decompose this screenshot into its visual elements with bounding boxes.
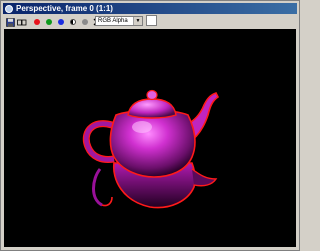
- teapot-lid: [127, 98, 177, 119]
- app-icon: [5, 4, 13, 13]
- render-viewport: [4, 29, 296, 247]
- clone-icon: [17, 19, 27, 25]
- green-channel-icon: [46, 19, 52, 25]
- alpha-icon: [82, 19, 88, 25]
- background-color-swatch[interactable]: [146, 15, 157, 26]
- channel-dropdown[interactable]: RGB Alpha ▼: [95, 16, 143, 26]
- mono-channel-button[interactable]: [68, 17, 78, 27]
- alpha-channel-button[interactable]: [80, 17, 90, 27]
- green-channel-button[interactable]: [44, 17, 54, 27]
- blue-channel-icon: [58, 19, 64, 25]
- monochrome-icon: [70, 19, 76, 25]
- red-channel-button[interactable]: [32, 17, 42, 27]
- render-toolbar: RGB Alpha ▼: [3, 15, 297, 29]
- teapot-render: [82, 89, 220, 209]
- blue-channel-button[interactable]: [56, 17, 66, 27]
- render-frame-window: Perspective, frame 0 (1:1) RGB Alpha ▼: [0, 0, 300, 251]
- title-bar[interactable]: Perspective, frame 0 (1:1): [3, 3, 297, 14]
- chevron-down-icon: ▼: [133, 17, 142, 25]
- channel-dropdown-value: RGB Alpha: [98, 18, 128, 24]
- teapot-body: [109, 109, 196, 178]
- red-channel-icon: [34, 19, 40, 25]
- window-title: Perspective, frame 0 (1:1): [16, 4, 113, 13]
- teapot-lid-knob: [146, 89, 158, 101]
- clone-window-button[interactable]: [17, 17, 27, 27]
- save-bitmap-button[interactable]: [5, 17, 15, 27]
- save-icon: [5, 17, 15, 27]
- teapot-highlight: [132, 121, 152, 133]
